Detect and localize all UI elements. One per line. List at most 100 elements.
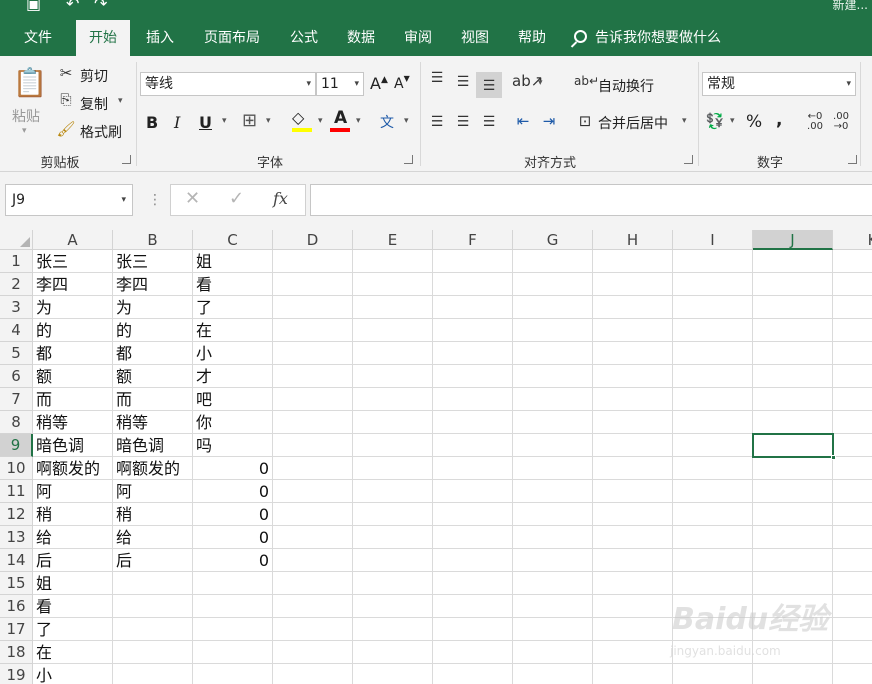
font-launcher-icon[interactable] bbox=[404, 155, 413, 164]
column-header-i[interactable]: I bbox=[673, 230, 753, 250]
column-header-f[interactable]: F bbox=[433, 230, 513, 250]
row-header[interactable]: 5 bbox=[0, 342, 33, 365]
borders-dropdown-icon[interactable]: ▾ bbox=[266, 116, 271, 126]
redo-icon[interactable]: ↷ bbox=[94, 0, 107, 13]
row-header[interactable]: 4 bbox=[0, 319, 33, 342]
bold-button[interactable]: B bbox=[146, 113, 158, 132]
align-center-icon[interactable]: ☰ bbox=[452, 114, 474, 130]
row-header[interactable]: 13 bbox=[0, 526, 33, 549]
formula-bar-grip[interactable]: ⋮ bbox=[148, 192, 162, 208]
cell-c6[interactable]: 才 bbox=[193, 365, 313, 388]
row-header[interactable]: 17 bbox=[0, 618, 33, 641]
tab-page-layout[interactable]: 页面布局 bbox=[192, 20, 272, 56]
align-top-icon[interactable]: ☰ bbox=[426, 70, 448, 86]
decrease-font-button[interactable]: A▼ bbox=[394, 74, 410, 92]
alignment-launcher-icon[interactable] bbox=[684, 155, 693, 164]
copy-button[interactable]: 复制 bbox=[80, 94, 108, 114]
column-header-b[interactable]: B bbox=[113, 230, 193, 250]
fill-handle[interactable] bbox=[831, 455, 836, 460]
italic-button[interactable]: I bbox=[174, 113, 180, 132]
column-header-g[interactable]: G bbox=[513, 230, 593, 250]
cell-c1[interactable]: 姐 bbox=[193, 250, 313, 273]
row-header[interactable]: 3 bbox=[0, 296, 33, 319]
tab-formulas[interactable]: 公式 bbox=[278, 20, 330, 56]
paste-icon[interactable]: 📋 bbox=[12, 66, 48, 102]
column-header-k[interactable]: K bbox=[833, 230, 872, 250]
cell-c7[interactable]: 吧 bbox=[193, 388, 313, 411]
fill-color-dropdown-icon[interactable]: ▾ bbox=[318, 116, 323, 126]
merge-center-button[interactable]: 合并后居中 bbox=[598, 113, 668, 133]
cell-c5[interactable]: 小 bbox=[193, 342, 313, 365]
row-header[interactable]: 16 bbox=[0, 595, 33, 618]
row-header[interactable]: 19 bbox=[0, 664, 33, 684]
cell-c3[interactable]: 了 bbox=[193, 296, 313, 319]
phonetic-dropdown-icon[interactable]: ▾ bbox=[404, 116, 409, 126]
align-bottom-icon[interactable]: ☰ bbox=[476, 72, 502, 98]
underline-button[interactable]: U bbox=[199, 113, 212, 132]
tab-insert[interactable]: 插入 bbox=[134, 20, 186, 56]
row-header[interactable]: 14 bbox=[0, 549, 33, 572]
tab-view[interactable]: 视图 bbox=[448, 20, 502, 56]
clipboard-launcher-icon[interactable] bbox=[122, 155, 131, 164]
cell-c8[interactable]: 你 bbox=[193, 411, 313, 434]
cell-c2[interactable]: 看 bbox=[193, 273, 313, 296]
cell-c4[interactable]: 在 bbox=[193, 319, 313, 342]
row-header[interactable]: 11 bbox=[0, 480, 33, 503]
accounting-dropdown-icon[interactable]: ▾ bbox=[730, 116, 735, 126]
row-header[interactable]: 6 bbox=[0, 365, 33, 388]
tell-me-search[interactable]: 告诉我你想要做什么 bbox=[574, 20, 721, 56]
underline-dropdown-icon[interactable]: ▾ bbox=[222, 116, 227, 126]
increase-indent-icon[interactable]: ⇥ bbox=[538, 112, 560, 130]
phonetic-guide-button[interactable]: 文 bbox=[380, 112, 394, 132]
align-right-icon[interactable]: ☰ bbox=[478, 114, 500, 130]
number-format-combo[interactable]: 常规 ▾ bbox=[702, 72, 856, 96]
row-header[interactable]: 15 bbox=[0, 572, 33, 595]
copy-dropdown-icon[interactable]: ▾ bbox=[118, 96, 123, 106]
number-launcher-icon[interactable] bbox=[848, 155, 857, 164]
save-icon[interactable]: ▣ bbox=[26, 0, 41, 13]
tab-help[interactable]: 帮助 bbox=[506, 20, 558, 56]
cell-a18[interactable]: 在 bbox=[33, 641, 153, 664]
row-header[interactable]: 10 bbox=[0, 457, 33, 480]
merge-center-dropdown-icon[interactable]: ▾ bbox=[682, 116, 687, 126]
column-header-e[interactable]: E bbox=[353, 230, 433, 250]
font-size-combo[interactable]: 11 ▾ bbox=[316, 72, 364, 96]
paste-button[interactable]: 粘贴 bbox=[12, 106, 40, 126]
cell-c9[interactable]: 吗 bbox=[193, 434, 313, 457]
row-header[interactable]: 18 bbox=[0, 641, 33, 664]
accounting-format-icon[interactable]: 💱 bbox=[704, 112, 726, 130]
align-left-icon[interactable]: ☰ bbox=[426, 114, 448, 130]
increase-decimal-icon[interactable]: ←0.00 bbox=[804, 112, 826, 132]
row-header[interactable]: 8 bbox=[0, 411, 33, 434]
cell-c12[interactable]: 0 bbox=[193, 503, 273, 526]
cut-button[interactable]: 剪切 bbox=[80, 66, 108, 86]
comma-style-button[interactable]: , bbox=[776, 110, 782, 130]
borders-icon[interactable]: ⊞ bbox=[242, 110, 257, 131]
row-header[interactable]: 2 bbox=[0, 273, 33, 296]
column-header-h[interactable]: H bbox=[593, 230, 673, 250]
cell-c11[interactable]: 0 bbox=[193, 480, 273, 503]
cell-a16[interactable]: 看 bbox=[33, 595, 153, 618]
column-header-j[interactable]: J bbox=[753, 230, 833, 250]
row-header[interactable]: 12 bbox=[0, 503, 33, 526]
increase-font-button[interactable]: A▲ bbox=[370, 74, 388, 93]
name-box[interactable]: J9 ▾ bbox=[5, 184, 133, 216]
column-header-a[interactable]: A bbox=[33, 230, 113, 250]
percent-style-button[interactable]: % bbox=[746, 112, 762, 132]
cell-a19[interactable]: 小 bbox=[33, 664, 153, 684]
column-header-c[interactable]: C bbox=[193, 230, 273, 250]
cancel-icon[interactable]: ✕ bbox=[185, 188, 200, 209]
format-painter-button[interactable]: 格式刷 bbox=[80, 122, 122, 142]
worksheet-grid[interactable]: ABCDEFGHIJK1张三张三姐2李四李四看3为为了4的的在5都都小6额额才7… bbox=[0, 230, 872, 684]
active-cell-selection[interactable] bbox=[752, 433, 836, 460]
tab-file[interactable]: 文件 bbox=[10, 20, 66, 56]
row-header[interactable]: 9 bbox=[0, 434, 33, 457]
tab-data[interactable]: 数据 bbox=[334, 20, 388, 56]
enter-icon[interactable]: ✓ bbox=[229, 188, 244, 209]
wrap-text-button[interactable]: 自动换行 bbox=[598, 76, 654, 96]
undo-icon[interactable]: ↶ bbox=[66, 0, 79, 13]
font-name-combo[interactable]: 等线 ▾ bbox=[140, 72, 316, 96]
fill-color-button[interactable]: ◇ bbox=[292, 108, 304, 127]
align-middle-icon[interactable]: ☰ bbox=[452, 74, 474, 90]
cell-c13[interactable]: 0 bbox=[193, 526, 273, 549]
